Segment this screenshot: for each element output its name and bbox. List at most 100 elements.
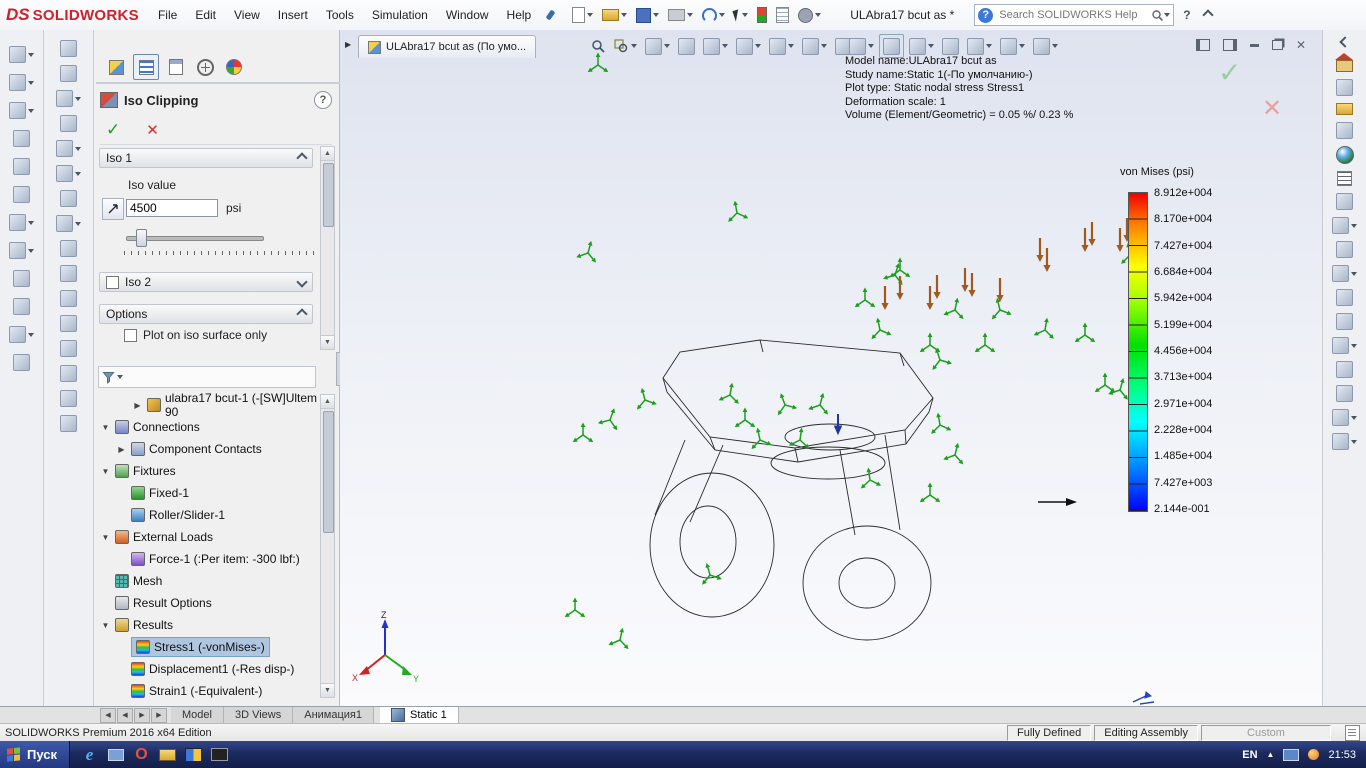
cancel-button[interactable]: ✕ — [140, 121, 165, 139]
tab-3d-views[interactable]: 3D Views — [223, 707, 294, 723]
panel-button[interactable] — [1336, 313, 1353, 330]
tab-dimxpertmanager[interactable] — [193, 55, 217, 79]
toolbar-button[interactable] — [56, 215, 81, 232]
search-caret-icon[interactable] — [1164, 13, 1171, 17]
scroll-up-icon[interactable]: ▲ — [321, 395, 334, 409]
toolbar-button[interactable] — [9, 46, 34, 63]
zoom-area-button[interactable] — [611, 35, 640, 57]
open-file-button[interactable] — [599, 4, 630, 26]
expand-arrow-icon[interactable]: ▶ — [132, 401, 143, 410]
flyout-arrow-icon[interactable]: ▶ — [345, 40, 351, 49]
display-tray-icon[interactable] — [1283, 748, 1300, 761]
appearances-button[interactable] — [1335, 146, 1354, 164]
next-tab-button[interactable]: ▶ — [134, 707, 150, 723]
dock-left-icon[interactable] — [1195, 39, 1210, 51]
tree-item-component-contacts[interactable]: ▶ Component Contacts — [96, 438, 318, 460]
toolbar-button[interactable] — [60, 390, 77, 407]
filter-caret-icon[interactable] — [117, 375, 123, 379]
accept-overlay-icon[interactable]: ✓ — [1218, 56, 1241, 89]
zoom-fit-button[interactable] — [588, 35, 609, 57]
rebuild-button[interactable] — [754, 4, 770, 26]
scroll-down-icon[interactable]: ▼ — [321, 335, 334, 349]
close-icon[interactable]: ✕ — [1296, 38, 1306, 52]
panel-button[interactable] — [1336, 385, 1353, 402]
section-view-button[interactable] — [675, 35, 698, 57]
toolbar-button[interactable] — [9, 242, 34, 259]
toolbar-button[interactable] — [56, 140, 81, 157]
scroll-thumb[interactable] — [323, 163, 334, 227]
update-tray-icon[interactable] — [1308, 749, 1320, 760]
tree-item-fixtures[interactable]: ▼ Fixtures — [96, 460, 318, 482]
toolbar-button[interactable] — [60, 65, 77, 82]
search-icon[interactable] — [1151, 9, 1164, 22]
tab-static-study[interactable]: Static 1 — [380, 707, 459, 723]
ok-button[interactable]: ✓ — [100, 120, 126, 140]
pm-scrollbar[interactable]: ▲ ▼ — [320, 146, 335, 350]
toolbar-button[interactable] — [13, 158, 30, 175]
iso2-group-header[interactable]: Iso 2 — [99, 272, 313, 292]
collapse-arrow-icon[interactable]: ▼ — [100, 533, 111, 542]
help-icon[interactable]: ? — [978, 7, 994, 23]
toolbar-button[interactable] — [13, 186, 30, 203]
scroll-down-icon[interactable]: ▼ — [321, 683, 334, 697]
toolbar-button[interactable] — [13, 130, 30, 147]
tree-item-roller-slider[interactable]: Roller/Slider-1 — [96, 504, 318, 526]
panel-button[interactable] — [1336, 193, 1353, 210]
tab-propertymanager[interactable] — [133, 54, 159, 80]
iso1-group-header[interactable]: Iso 1 — [99, 148, 313, 168]
solidworks-resources-button[interactable] — [1335, 53, 1353, 72]
filter-funnel-icon[interactable] — [102, 371, 115, 384]
tab-configurationmanager[interactable] — [164, 55, 188, 79]
tree-item-mesh[interactable]: Mesh — [96, 570, 318, 592]
pin-menu-icon[interactable] — [545, 9, 556, 21]
status-note-icon[interactable] — [1345, 724, 1360, 741]
menu-insert[interactable]: Insert — [269, 5, 317, 25]
display-style-button[interactable] — [733, 35, 764, 57]
panel-button[interactable] — [1332, 217, 1357, 234]
panel-button[interactable] — [1336, 361, 1353, 378]
tree-item-stress-plot[interactable]: Stress1 (-vonMises-) — [96, 636, 318, 658]
selected-tree-item[interactable]: Stress1 (-vonMises-) — [131, 637, 270, 657]
hide-show-items-button[interactable] — [766, 35, 797, 57]
toolbar-button[interactable] — [56, 90, 81, 107]
toolbar-button[interactable] — [60, 190, 77, 207]
restore-icon[interactable] — [1271, 40, 1283, 50]
tab-featuremanager[interactable] — [104, 55, 128, 79]
options-group-header[interactable]: Options — [99, 304, 313, 324]
tab-model[interactable]: Model — [171, 707, 224, 723]
panel-button[interactable] — [1336, 241, 1353, 258]
toolbar-button[interactable] — [60, 340, 77, 357]
panel-button[interactable] — [1332, 409, 1357, 426]
edit-appearance-button[interactable] — [799, 35, 830, 57]
configuration-selector[interactable]: Custom — [1201, 724, 1331, 741]
toolbar-button[interactable] — [60, 265, 77, 282]
hidden-icons-chevron[interactable]: ▲ — [1267, 750, 1275, 759]
toolbar-button[interactable] — [60, 240, 77, 257]
file-properties-button[interactable] — [773, 4, 792, 26]
view-palette-button[interactable] — [1336, 122, 1353, 139]
toolbar-button[interactable] — [9, 214, 34, 231]
clock[interactable]: 21:53 — [1328, 749, 1356, 761]
pm-help-icon[interactable]: ? — [314, 91, 332, 109]
show-desktop-icon[interactable] — [106, 745, 125, 764]
collapse-ribbon-icon[interactable] — [1201, 9, 1214, 21]
scroll-thumb[interactable] — [323, 411, 334, 533]
tab-animation[interactable]: Анимация1 — [293, 707, 374, 723]
tree-item-displacement-plot[interactable]: Displacement1 (-Res disp-) — [96, 658, 318, 680]
undo-button[interactable] — [699, 4, 728, 26]
panel-button[interactable] — [1336, 289, 1353, 306]
collapse-arrow-icon[interactable]: ▼ — [100, 467, 111, 476]
internet-explorer-icon[interactable]: e — [80, 745, 99, 764]
save-button[interactable] — [633, 4, 662, 26]
print-button[interactable] — [665, 4, 696, 26]
tree-item-fixed[interactable]: Fixed-1 — [96, 482, 318, 504]
menu-window[interactable]: Window — [437, 5, 498, 25]
toolbar-button[interactable] — [13, 354, 30, 371]
design-library-button[interactable] — [1336, 79, 1353, 96]
menu-edit[interactable]: Edit — [186, 5, 225, 25]
folder-shortcut-icon[interactable] — [158, 745, 177, 764]
prev-tab-button[interactable]: ◀ — [117, 707, 133, 723]
tree-scrollbar[interactable]: ▲ ▼ — [320, 394, 335, 698]
cancel-overlay-icon[interactable]: ✕ — [1262, 94, 1282, 123]
expand-arrow-icon[interactable]: ▶ — [116, 445, 127, 454]
